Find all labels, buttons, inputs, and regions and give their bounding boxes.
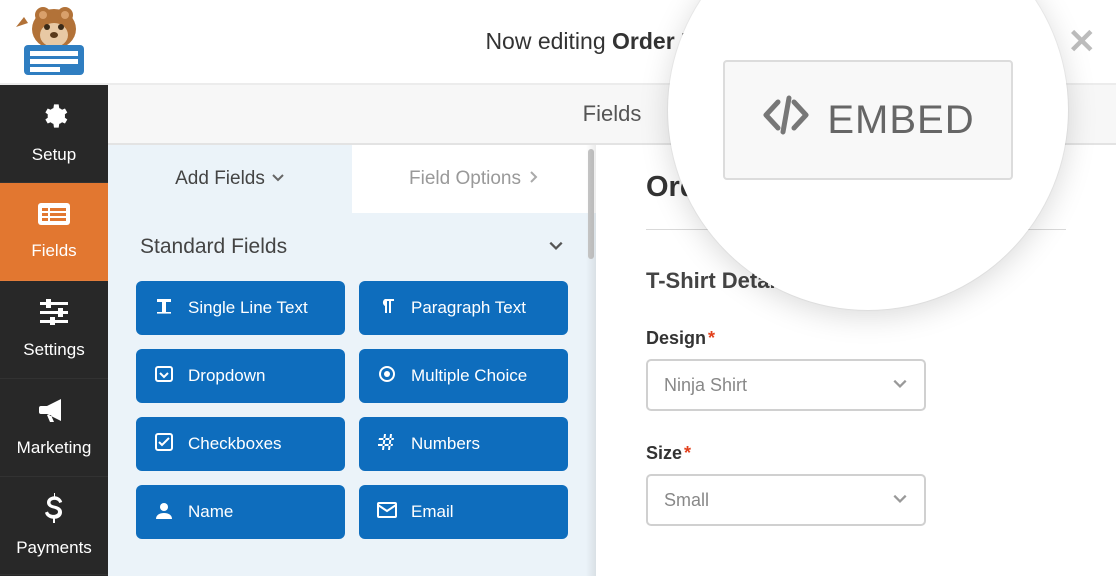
- tab-label: Field Options: [409, 168, 521, 190]
- field-grid: Single Line Text Paragraph Text Dropdown…: [108, 281, 596, 539]
- tab-add-fields[interactable]: Add Fields: [108, 145, 352, 213]
- check-icon: [154, 433, 174, 456]
- hash-icon: [377, 433, 397, 456]
- dollar-icon: [45, 493, 63, 530]
- chevron-down-icon: [548, 235, 564, 259]
- tab-label: Add Fields: [175, 168, 265, 190]
- embed-label: EMBED: [827, 98, 974, 143]
- sidebar-item-payments[interactable]: Payments: [0, 477, 108, 575]
- app-logo: [0, 0, 108, 84]
- size-select[interactable]: Small: [646, 474, 926, 526]
- field-checkboxes[interactable]: Checkboxes: [136, 417, 345, 471]
- chevron-right-icon: [527, 168, 539, 190]
- panel-tabs: Add Fields Field Options: [108, 145, 596, 213]
- bullhorn-icon: [39, 397, 69, 430]
- sidebar-item-label: Fields: [31, 241, 76, 261]
- tab-field-options[interactable]: Field Options: [352, 145, 596, 213]
- code-icon: [761, 90, 811, 150]
- field-paragraph-text[interactable]: Paragraph Text: [359, 281, 568, 335]
- user-icon: [154, 501, 174, 524]
- sidebar-item-settings[interactable]: Settings: [0, 281, 108, 379]
- gear-icon: [40, 102, 68, 137]
- field-label: Single Line Text: [188, 298, 308, 318]
- sidebar-item-marketing[interactable]: Marketing: [0, 379, 108, 477]
- group-standard-fields[interactable]: Standard Fields: [108, 213, 596, 281]
- field-label: Checkboxes: [188, 434, 282, 454]
- group-title: Standard Fields: [140, 235, 287, 259]
- chevron-down-icon: [271, 168, 285, 190]
- label-text: Design: [646, 328, 706, 348]
- field-label: Email: [411, 502, 454, 522]
- size-label: Size*: [646, 443, 1066, 464]
- chevron-down-icon: [892, 375, 908, 396]
- label-text: Size: [646, 443, 682, 463]
- select-value: Small: [664, 490, 709, 511]
- sidebar-item-setup[interactable]: Setup: [0, 85, 108, 183]
- field-single-line-text[interactable]: Single Line Text: [136, 281, 345, 335]
- select-value: Ninja Shirt: [664, 375, 747, 396]
- fields-panel: Add Fields Field Options Standard Fields: [108, 145, 596, 576]
- required-marker: *: [708, 328, 715, 348]
- field-multiple-choice[interactable]: Multiple Choice: [359, 349, 568, 403]
- required-marker: *: [684, 443, 691, 463]
- field-label: Numbers: [411, 434, 480, 454]
- design-label: Design*: [646, 328, 1066, 349]
- sliders-icon: [40, 299, 68, 332]
- sidebar-item-label: Marketing: [17, 438, 92, 458]
- paragraph-icon: [377, 297, 397, 320]
- field-label: Multiple Choice: [411, 366, 527, 386]
- radio-icon: [377, 365, 397, 388]
- sidebar-item-label: Payments: [16, 538, 92, 558]
- field-numbers[interactable]: Numbers: [359, 417, 568, 471]
- field-email[interactable]: Email: [359, 485, 568, 539]
- design-select[interactable]: Ninja Shirt: [646, 359, 926, 411]
- field-dropdown[interactable]: Dropdown: [136, 349, 345, 403]
- embed-button[interactable]: EMBED: [723, 60, 1013, 180]
- close-icon[interactable]: ✕: [1068, 25, 1097, 59]
- subheader-title: Fields: [583, 101, 642, 127]
- field-label: Dropdown: [188, 366, 266, 386]
- sidebar-item-label: Setup: [32, 145, 76, 165]
- sidebar-item-label: Settings: [23, 340, 84, 360]
- sidebar: Setup Fields Settings Marketing Payments: [0, 85, 108, 576]
- editing-prefix: Now editing: [485, 28, 605, 54]
- field-label: Name: [188, 502, 233, 522]
- list-icon: [38, 202, 70, 233]
- sidebar-item-fields[interactable]: Fields: [0, 183, 108, 281]
- chevron-down-icon: [892, 490, 908, 511]
- scrollbar-thumb[interactable]: [588, 149, 594, 259]
- text-icon: [154, 297, 174, 320]
- dropdown-icon: [154, 365, 174, 388]
- field-label: Paragraph Text: [411, 298, 526, 318]
- mail-icon: [377, 502, 397, 523]
- field-name[interactable]: Name: [136, 485, 345, 539]
